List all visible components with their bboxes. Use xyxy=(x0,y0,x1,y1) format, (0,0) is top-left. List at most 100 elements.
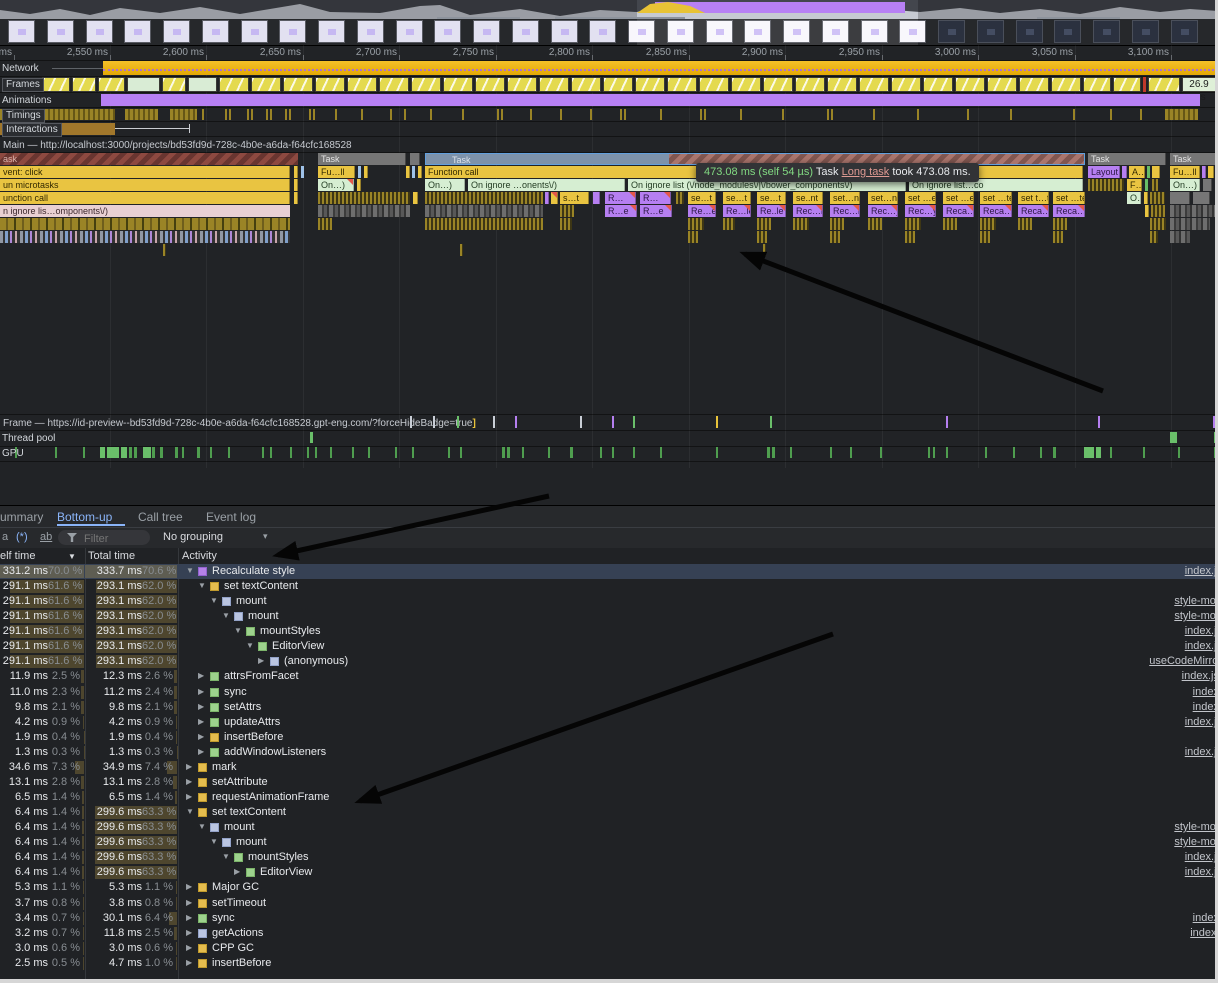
match-case-icon[interactable]: a xyxy=(2,531,8,543)
source-link[interactable]: index.js xyxy=(1185,716,1218,728)
table-row[interactable]: 6.4 ms1.4 %299.6 ms63.3 %▼mountstyle-mod xyxy=(0,835,1218,850)
flame-bar[interactable] xyxy=(763,244,766,256)
flame-bar[interactable] xyxy=(868,218,882,230)
source-link[interactable]: style-mod xyxy=(1174,610,1218,622)
flame-bar[interactable] xyxy=(830,231,840,243)
frame-cell[interactable] xyxy=(1019,77,1049,92)
frame-cell[interactable] xyxy=(1083,77,1111,92)
flame-bar[interactable] xyxy=(793,218,809,230)
tab-call-tree[interactable]: Call tree xyxy=(138,510,183,524)
flame-bar[interactable] xyxy=(0,218,290,230)
frame-cell[interactable] xyxy=(379,77,409,92)
source-link[interactable]: index.js xyxy=(1185,851,1218,863)
twisty-icon[interactable]: ▶ xyxy=(198,687,204,696)
flame-bar[interactable] xyxy=(830,218,844,230)
flame-bar[interactable] xyxy=(676,192,684,204)
frame-cell[interactable] xyxy=(955,77,985,92)
flame-bar[interactable]: se…t xyxy=(723,192,751,204)
flame-bar[interactable] xyxy=(1170,218,1210,230)
film-thumbnail[interactable] xyxy=(938,20,965,43)
source-link[interactable]: useCodeMirror xyxy=(1149,655,1218,667)
network-activity-bar[interactable] xyxy=(103,61,1218,75)
flame-bar[interactable] xyxy=(1053,231,1063,243)
table-row[interactable]: 1.9 ms0.4 %1.9 ms0.4 %▶insertBefore xyxy=(0,730,1218,745)
flame-bar[interactable] xyxy=(1203,179,1212,191)
table-row[interactable]: 291.1 ms61.6 %293.1 ms62.0 %▼mountstyle-… xyxy=(0,609,1218,624)
frame-cell[interactable] xyxy=(127,77,160,92)
flame-bar[interactable] xyxy=(1170,231,1190,243)
flame-bar[interactable]: Reca…tyle xyxy=(1018,205,1049,217)
flame-bar[interactable]: set …tent xyxy=(1053,192,1085,204)
flame-bar[interactable] xyxy=(1150,192,1165,204)
table-row[interactable]: 291.1 ms61.6 %293.1 ms62.0 %▼mountStyles… xyxy=(0,624,1218,639)
frame-cell[interactable] xyxy=(635,77,665,92)
flame-bar[interactable] xyxy=(1145,205,1149,217)
film-thumbnail[interactable] xyxy=(1093,20,1120,43)
filter-input[interactable] xyxy=(82,530,148,547)
flame-bar[interactable] xyxy=(294,192,298,204)
grouping-dropdown-arrow[interactable]: ▾ xyxy=(263,531,268,542)
twisty-icon[interactable]: ▼ xyxy=(234,626,242,635)
frame-cell[interactable] xyxy=(219,77,249,92)
flame-bar[interactable]: Task xyxy=(318,153,406,165)
flame-bar[interactable] xyxy=(1145,179,1148,191)
frame-cell[interactable] xyxy=(162,77,186,92)
flame-bar[interactable] xyxy=(905,231,915,243)
flame-bar[interactable] xyxy=(1147,166,1150,178)
selected-time-window[interactable] xyxy=(637,19,918,45)
frame-cell[interactable]: 26.9 ms xyxy=(1182,77,1216,92)
flame-bar[interactable]: R…e xyxy=(640,205,672,217)
table-row[interactable]: 11.0 ms2.3 %11.2 ms2.4 %▶syncindex. xyxy=(0,685,1218,700)
frame-cell[interactable] xyxy=(1113,77,1141,92)
table-row[interactable]: 3.4 ms0.7 %30.1 ms6.4 %▶syncindex. xyxy=(0,911,1218,926)
source-link[interactable]: index.js xyxy=(1185,625,1218,637)
flame-bar[interactable]: Task xyxy=(1170,153,1218,165)
frame-cell[interactable] xyxy=(603,77,633,92)
frame-cell[interactable] xyxy=(1143,77,1146,92)
flame-bar[interactable] xyxy=(412,166,415,178)
twisty-icon[interactable]: ▼ xyxy=(186,566,194,575)
regex-icon[interactable]: (*) xyxy=(16,531,28,543)
flame-bar[interactable] xyxy=(1170,205,1215,217)
flame-bar[interactable]: On…) xyxy=(425,179,465,191)
filter-field[interactable] xyxy=(58,530,150,545)
flame-bar[interactable] xyxy=(425,218,543,230)
film-thumbnail[interactable] xyxy=(202,20,229,43)
flame-bar[interactable]: O… xyxy=(1127,192,1141,204)
twisty-icon[interactable]: ▼ xyxy=(198,822,206,831)
flame-bar[interactable] xyxy=(1152,166,1160,178)
table-row[interactable]: 3.0 ms0.6 %3.0 ms0.6 %▶CPP GC xyxy=(0,941,1218,956)
table-row[interactable]: 1.3 ms0.3 %1.3 ms0.3 %▶addWindowListener… xyxy=(0,745,1218,760)
flame-bar[interactable]: set …ent xyxy=(905,192,936,204)
flame-bar[interactable] xyxy=(358,166,361,178)
flame-bar[interactable]: Re…e xyxy=(688,205,716,217)
flame-bar[interactable] xyxy=(1170,192,1190,204)
flame-bar[interactable]: s…t xyxy=(560,192,589,204)
source-link[interactable]: index.j xyxy=(1190,927,1218,939)
flame-bar[interactable]: set …tent xyxy=(980,192,1012,204)
table-row[interactable]: 3.7 ms0.8 %3.8 ms0.8 %▶setTimeout xyxy=(0,896,1218,911)
twisty-icon[interactable]: ▼ xyxy=(210,596,218,605)
flame-bar[interactable] xyxy=(1122,166,1127,178)
flame-bar[interactable] xyxy=(318,192,410,204)
flame-bar[interactable]: Rec…yle xyxy=(868,205,898,217)
film-thumbnail[interactable] xyxy=(512,20,539,43)
flame-bar[interactable] xyxy=(425,192,543,204)
tab-bottom-up[interactable]: Bottom-up xyxy=(57,510,112,524)
flame-bar[interactable] xyxy=(413,192,418,204)
frame-cell[interactable] xyxy=(923,77,953,92)
flame-bar[interactable] xyxy=(757,218,771,230)
frame-cell[interactable] xyxy=(315,77,345,92)
film-thumbnail[interactable] xyxy=(589,20,616,43)
frame-cell[interactable] xyxy=(475,77,505,92)
film-thumbnail[interactable] xyxy=(318,20,345,43)
frame-cell[interactable] xyxy=(283,77,313,92)
flame-bar[interactable]: Fu…ll xyxy=(318,166,355,178)
frame-cell[interactable] xyxy=(347,77,377,92)
flame-bar[interactable] xyxy=(723,218,735,230)
flame-bar[interactable] xyxy=(418,166,422,178)
frame-cell[interactable] xyxy=(891,77,921,92)
source-link[interactable]: index.js: xyxy=(1182,670,1218,682)
flame-bar[interactable]: Reca…yle xyxy=(980,205,1012,217)
flame-bar[interactable]: set t…tent xyxy=(1018,192,1049,204)
